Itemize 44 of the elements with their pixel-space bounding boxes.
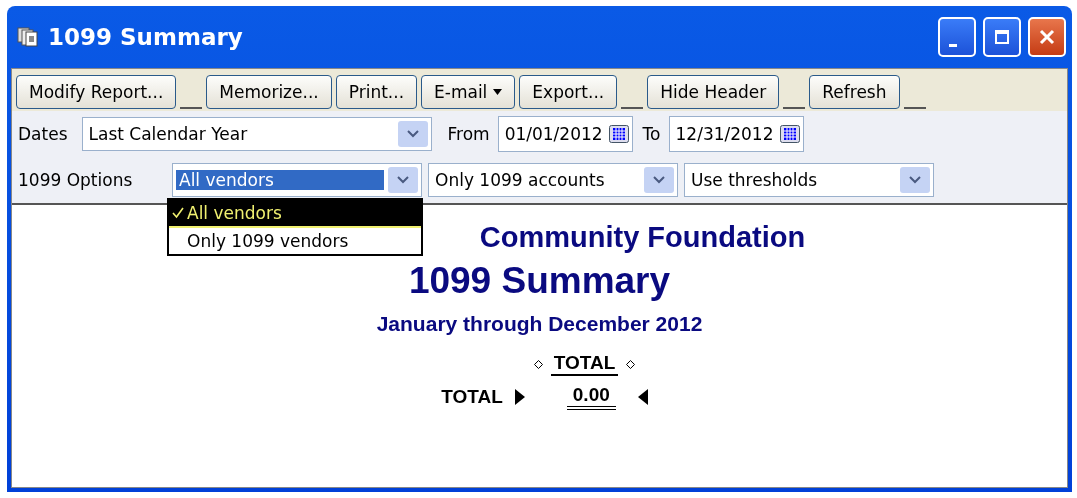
minimize-icon — [949, 43, 957, 47]
toolbar-button[interactable]: E-mail — [421, 75, 516, 109]
check-icon — [172, 207, 184, 219]
menu-item[interactable]: All vendors — [169, 200, 421, 228]
dates-dropdown[interactable]: Last Calendar Year — [81, 117, 432, 151]
toolbar-button[interactable]: Modify Report... — [16, 75, 177, 109]
maximize-icon — [995, 30, 1009, 44]
to-label: To — [642, 124, 661, 144]
from-date-field[interactable]: 01/01/2012 — [497, 116, 633, 152]
toolbar-button[interactable]: Refresh — [809, 75, 900, 109]
from-label: From — [447, 124, 490, 144]
report-period: January through December 2012 — [376, 312, 703, 336]
toolbar-button[interactable]: Hide Header — [647, 75, 780, 109]
calendar-icon[interactable] — [779, 125, 800, 143]
company-name: Community Foundation — [479, 221, 806, 254]
options-label: 1099 Options — [18, 170, 134, 190]
window-title: 1099 Summary — [48, 24, 243, 50]
minimize-button[interactable] — [938, 17, 976, 57]
maximize-button[interactable] — [983, 17, 1021, 57]
threshold-dropdown[interactable]: Use thresholds — [684, 163, 934, 197]
close-icon — [1039, 29, 1055, 45]
row-label: TOTAL — [441, 386, 503, 408]
chevron-down-icon — [909, 176, 921, 184]
right-triangle-icon — [514, 389, 525, 405]
calendar-icon[interactable] — [608, 125, 629, 143]
menu-item[interactable]: Only 1099 vendors — [169, 228, 421, 254]
left-triangle-icon — [637, 389, 648, 405]
total-value: 0.00 — [566, 384, 616, 410]
column-header: TOTAL — [550, 352, 619, 376]
chevron-down-icon — [397, 176, 409, 184]
chevron-down-icon — [406, 130, 419, 138]
caret-icon — [493, 89, 503, 95]
toolbar-button[interactable]: Memorize... — [206, 75, 332, 109]
to-date-field[interactable]: 12/31/2012 — [668, 116, 804, 152]
toolbar-button[interactable]: Print... — [335, 75, 418, 109]
close-button[interactable] — [1028, 17, 1066, 57]
chevron-down-icon — [653, 176, 665, 184]
report-title: 1099 Summary — [408, 260, 671, 302]
diamond-icon — [626, 359, 636, 369]
dates-label: Dates — [18, 124, 68, 144]
diamond-icon — [533, 359, 543, 369]
toolbar-button[interactable]: Export... — [519, 75, 618, 109]
report-pages-icon — [17, 26, 39, 48]
accounts-dropdown[interactable]: Only 1099 accounts — [428, 163, 678, 197]
